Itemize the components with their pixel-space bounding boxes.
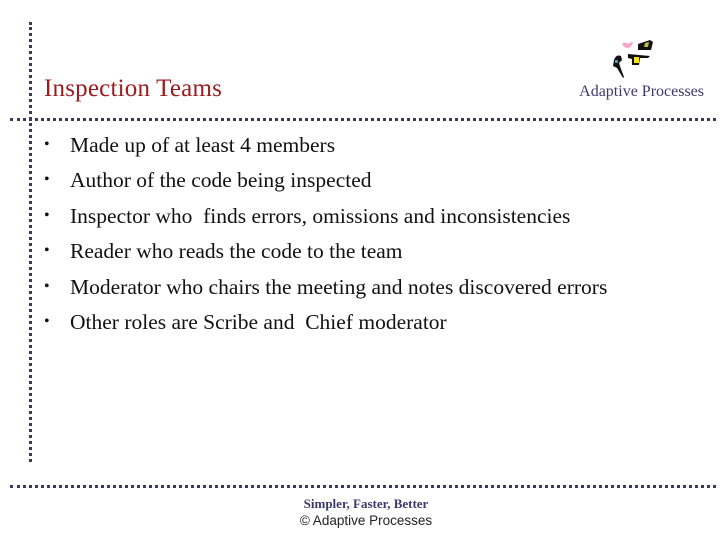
- slide-title: Inspection Teams: [44, 75, 223, 102]
- bullet-icon: •: [44, 136, 50, 153]
- header-dotted-rule: [10, 118, 716, 121]
- adaptive-processes-logo-icon: [613, 40, 653, 78]
- bullet-icon: •: [44, 242, 50, 260]
- list-item-text: Reader who reads the code to the team: [70, 239, 403, 264]
- list-item: • Moderator who chairs the meeting and no…: [44, 272, 607, 307]
- list-item: • Made up of at least 4 members: [44, 130, 607, 165]
- list-item-text: Other roles are Scribe and Chief moderat…: [70, 309, 447, 334]
- brand-name: Adaptive Processes: [579, 83, 704, 100]
- list-item-text: Moderator who chairs the meeting and not…: [70, 274, 608, 299]
- list-item: • Inspector who finds errors, omissions a…: [44, 201, 607, 236]
- footer-tagline: Simpler, Faster, Better: [303, 496, 429, 511]
- bullet-list: • Made up of at least 4 members • Author o…: [44, 130, 607, 342]
- footer-copyright: © Adaptive Processes: [299, 513, 433, 528]
- bullet-icon: •: [44, 206, 50, 224]
- bullet-icon: •: [44, 277, 50, 295]
- list-item-text: Inspector who finds errors, omissions an…: [70, 203, 571, 228]
- list-item-text: Made up of at least 4 members: [70, 133, 336, 157]
- list-item-text: Author of the code being inspected: [70, 168, 372, 193]
- list-item: • Reader who reads the code to the team: [44, 236, 607, 271]
- bullet-icon: •: [44, 171, 50, 189]
- vertical-dotted-rule: [29, 22, 32, 462]
- footer-dotted-rule: [10, 485, 716, 488]
- bullet-icon: •: [44, 312, 50, 330]
- list-item: • Other roles are Scribe and Chief modera…: [44, 307, 607, 342]
- list-item: • Author of the code being inspected: [44, 165, 607, 200]
